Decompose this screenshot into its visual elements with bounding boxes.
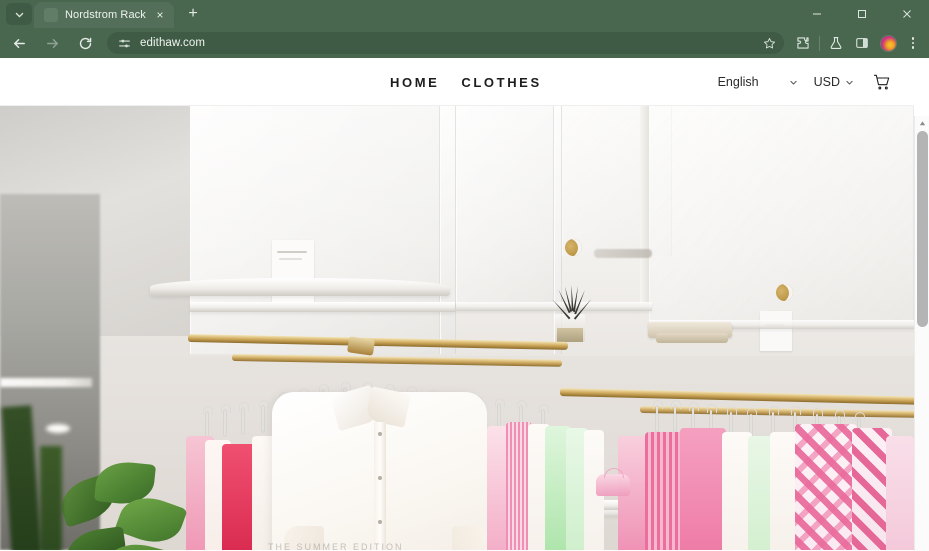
tab-favicon xyxy=(44,8,58,22)
scrollbar-thumb[interactable] xyxy=(917,131,928,327)
address-bar[interactable]: edithaw.com xyxy=(107,32,784,54)
toolbar-divider xyxy=(819,35,820,51)
page-scrollbar[interactable] xyxy=(914,116,929,551)
profile-avatar[interactable] xyxy=(875,30,901,56)
reload-icon[interactable] xyxy=(71,29,99,57)
header-controls: English USD xyxy=(718,58,892,106)
shopping-cart-icon[interactable] xyxy=(872,72,892,92)
three-dot-menu-icon[interactable] xyxy=(901,30,925,56)
language-selector[interactable]: English xyxy=(718,75,798,89)
site-navigation: HOME CLOTHES xyxy=(390,58,542,106)
new-tab-button[interactable]: + xyxy=(180,2,206,26)
nav-link-clothes[interactable]: CLOTHES xyxy=(461,75,541,90)
nav-link-home[interactable]: HOME xyxy=(390,75,439,90)
side-panel-icon[interactable] xyxy=(849,30,875,56)
back-arrow-icon[interactable] xyxy=(5,29,33,57)
lab-flask-icon[interactable] xyxy=(823,30,849,56)
avatar-icon xyxy=(880,35,896,51)
chevron-down-icon xyxy=(845,78,854,87)
page-viewport: HOME CLOTHES English USD THE SUMMER EDIT… xyxy=(0,58,929,551)
title-bar: Nordstrom Rack × + xyxy=(0,0,929,28)
chevron-down-icon xyxy=(789,78,798,87)
currency-value: USD xyxy=(813,75,840,89)
site-header: HOME CLOTHES English USD xyxy=(0,58,914,106)
maximize-icon[interactable] xyxy=(839,0,884,28)
extensions-icon[interactable] xyxy=(790,30,816,56)
tab-close-icon[interactable]: × xyxy=(152,7,168,23)
tune-icon[interactable] xyxy=(116,35,132,51)
close-icon[interactable] xyxy=(884,0,929,28)
tab-search-icon[interactable] xyxy=(6,3,32,25)
browser-window: Nordstrom Rack × + edithaw.com HOME CLOT… xyxy=(0,0,929,551)
window-controls xyxy=(794,0,929,28)
tab-strip: Nordstrom Rack × + xyxy=(0,0,794,28)
tab-title: Nordstrom Rack xyxy=(65,9,146,21)
hero-caption: THE SUMMER EDITION xyxy=(268,542,404,550)
browser-toolbar: edithaw.com xyxy=(0,28,929,58)
url-text[interactable]: edithaw.com xyxy=(140,37,758,49)
scroll-up-arrow-icon[interactable] xyxy=(915,116,929,130)
star-icon[interactable] xyxy=(758,33,780,53)
forward-arrow-icon[interactable] xyxy=(38,29,66,57)
browser-tab[interactable]: Nordstrom Rack × xyxy=(34,2,174,28)
minimize-icon[interactable] xyxy=(794,0,839,28)
currency-selector[interactable]: USD xyxy=(814,75,854,89)
hero-image: THE SUMMER EDITION xyxy=(0,106,914,550)
language-value: English xyxy=(717,75,759,89)
